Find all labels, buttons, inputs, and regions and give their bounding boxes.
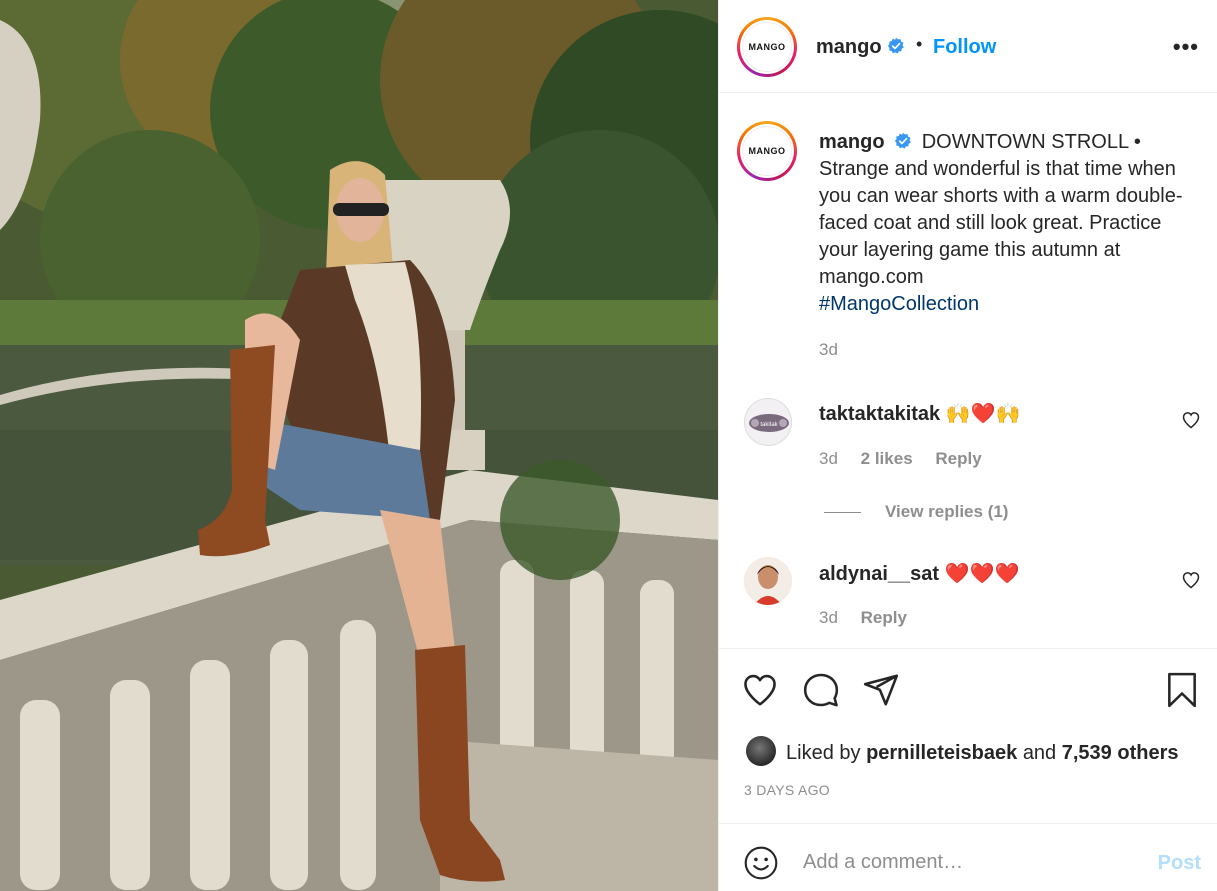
caption-avatar-logo: MANGO [742,126,792,176]
caption-hashtag[interactable]: #MangoCollection [819,293,979,315]
liked-by-and: and [1022,742,1057,764]
comment-avatar[interactable] [744,557,792,605]
post-comment-button[interactable]: Post [1158,852,1201,875]
liked-by-avatar[interactable] [746,736,776,766]
comment-icon[interactable] [802,671,840,709]
comment-meta: 3d 2 likes Reply [819,449,1000,469]
caption-timestamp[interactable]: 3d [819,340,838,360]
view-replies-button[interactable]: View replies (1) [824,502,1008,522]
comment-timestamp[interactable]: 3d [819,449,838,468]
comment-input[interactable] [803,844,1133,880]
author-avatar-logo: MANGO [742,22,792,72]
post-side-panel: MANGO mango • Follow ••• MANGO mango DOW… [718,0,1217,891]
comment-reply-button[interactable]: Reply [861,608,907,627]
post-photo-illustration [0,0,718,891]
comment-avatar[interactable]: takitak [744,398,792,446]
caption-avatar[interactable]: MANGO [737,121,797,181]
comment-likes-count[interactable]: 2 likes [861,449,913,468]
comment-like-heart-icon[interactable] [1181,410,1201,430]
view-replies-label: View replies (1) [885,502,1009,521]
like-heart-icon[interactable] [741,671,779,709]
liked-by-prefix: Liked by [786,742,861,764]
author-avatar[interactable]: MANGO [737,17,797,77]
follow-button[interactable]: Follow [933,36,996,59]
comment-body: ❤️❤️❤️ [944,561,1020,585]
comment-meta: 3d Reply [819,608,925,628]
comment-timestamp[interactable]: 3d [819,608,838,627]
post-timestamp[interactable]: 3 DAYS AGO [744,782,830,798]
bookmark-icon[interactable] [1163,671,1201,709]
share-icon[interactable] [862,671,900,709]
post-photo[interactable] [0,0,718,891]
post-actions: Liked by pernilleteisbaek and 7,539 othe… [719,648,1217,824]
comment-username[interactable]: aldynai__sat [819,563,939,585]
comment-avatar-text: takitak [760,422,778,428]
caption-text-block: mango DOWNTOWN STROLL • Strange and wond… [819,129,1204,318]
liked-by-others[interactable]: 7,539 others [1062,742,1179,764]
liked-by-user[interactable]: pernilleteisbaek [866,742,1017,764]
comment-like-heart-icon[interactable] [1181,570,1201,590]
comment-reply-button[interactable]: Reply [935,449,981,468]
caption-body: DOWNTOWN STROLL • Strange and wonderful … [819,131,1183,288]
liked-by-summary: Liked by pernilleteisbaek and 7,539 othe… [746,736,1178,766]
add-comment-bar: Post [719,824,1217,891]
comment-avatar-image [744,557,792,605]
comment-body: 🙌❤️🙌 [945,401,1021,425]
verified-badge-icon [887,37,904,54]
post-header: MANGO mango • Follow ••• [719,0,1217,93]
comment-username[interactable]: taktaktakitak [819,403,940,425]
comment-text: aldynai__sat ❤️❤️❤️ [819,561,1019,586]
author-username[interactable]: mango [816,36,882,59]
more-options-icon[interactable]: ••• [1173,34,1199,60]
verified-badge-icon [895,132,911,149]
caption-username[interactable]: mango [819,131,885,153]
emoji-icon[interactable] [743,845,779,881]
view-replies-line [824,512,861,514]
header-separator: • [916,34,923,54]
comment-avatar-image: takitak [749,414,789,432]
comment-text: taktaktakitak 🙌❤️🙌 [819,401,1020,426]
